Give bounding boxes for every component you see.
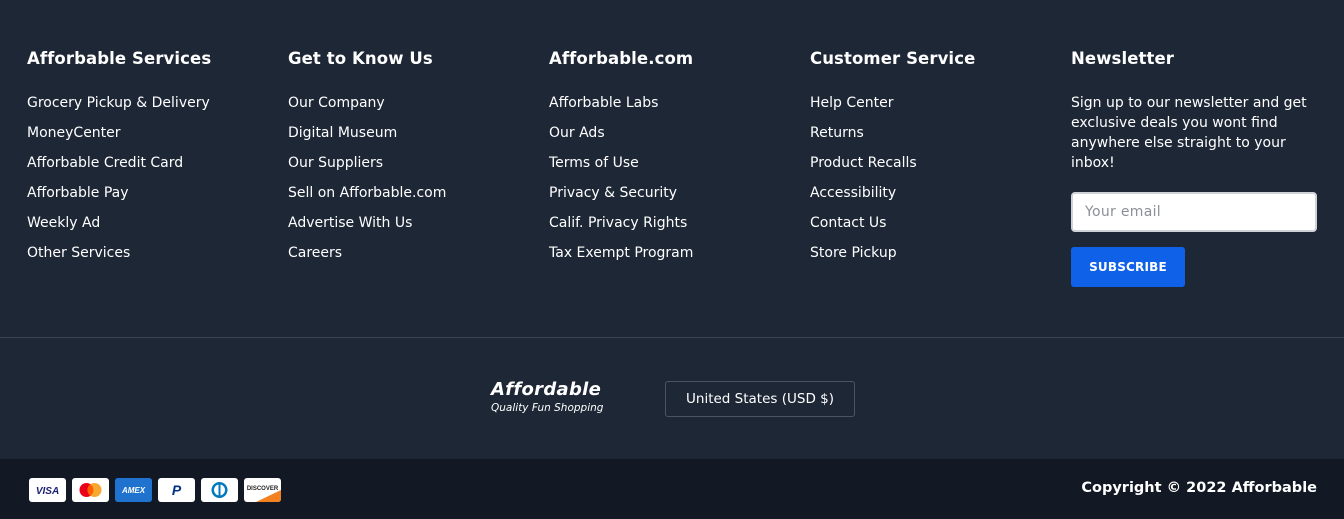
amex-icon: AMEX — [115, 478, 152, 502]
country-currency-selector[interactable]: United States (USD $) — [665, 381, 855, 417]
link-list: Help Center Returns Product Recalls Acce… — [810, 93, 975, 273]
footer-link-labs[interactable]: Afforbable Labs — [549, 93, 693, 123]
link-list: Afforbable Labs Our Ads Terms of Use Pri… — [549, 93, 693, 273]
link-list: Grocery Pickup & Delivery MoneyCenter Af… — [27, 93, 211, 273]
footer-link-contact-us[interactable]: Contact Us — [810, 213, 975, 243]
footer-link-advertise[interactable]: Advertise With Us — [288, 213, 446, 243]
footer-column-customer-service: Customer Service Help Center Returns Pro… — [810, 48, 975, 273]
footer-link-our-suppliers[interactable]: Our Suppliers — [288, 153, 446, 183]
footer-link-grocery-pickup[interactable]: Grocery Pickup & Delivery — [27, 93, 211, 123]
footer-link-careers[interactable]: Careers — [288, 243, 446, 273]
footer-column-site: Afforbable.com Afforbable Labs Our Ads T… — [549, 48, 693, 273]
svg-text:P: P — [172, 482, 182, 498]
subscribe-button[interactable]: SUBSCRIBE — [1071, 247, 1185, 287]
visa-icon: VISA — [29, 478, 66, 502]
svg-text:AMEX: AMEX — [121, 486, 146, 495]
brand-tagline: Quality Fun Shopping — [491, 402, 604, 414]
column-heading: Afforbable.com — [549, 49, 694, 68]
footer-link-our-ads[interactable]: Our Ads — [549, 123, 693, 153]
footer-link-other-services[interactable]: Other Services — [27, 243, 211, 273]
footer-link-store-pickup[interactable]: Store Pickup — [810, 243, 975, 273]
footer-link-product-recalls[interactable]: Product Recalls — [810, 153, 975, 183]
footer-link-sell[interactable]: Sell on Afforbable.com — [288, 183, 446, 213]
footer-link-help-center[interactable]: Help Center — [810, 93, 975, 123]
column-heading: Customer Service — [810, 49, 976, 68]
footer-links-section: Afforbable Services Grocery Pickup & Del… — [0, 0, 1344, 338]
footer-column-services: Afforbable Services Grocery Pickup & Del… — [27, 48, 211, 273]
brand-logo[interactable]: Affordable Quality Fun Shopping — [491, 380, 603, 415]
footer-link-our-company[interactable]: Our Company — [288, 93, 446, 123]
discover-icon: DISCOVER — [244, 478, 281, 502]
svg-text:VISA: VISA — [36, 486, 59, 497]
column-heading: Get to Know Us — [288, 49, 433, 68]
link-list: Our Company Digital Museum Our Suppliers… — [288, 93, 446, 273]
footer-link-accessibility[interactable]: Accessibility — [810, 183, 975, 213]
footer-link-privacy[interactable]: Privacy & Security — [549, 183, 693, 213]
newsletter-heading: Newsletter — [1071, 49, 1175, 68]
column-heading: Afforbable Services — [27, 49, 212, 68]
mastercard-icon — [72, 478, 109, 502]
newsletter-description: Sign up to our newsletter and get exclus… — [1071, 95, 1307, 171]
footer-link-calif-privacy[interactable]: Calif. Privacy Rights — [549, 213, 693, 243]
footer-bottom-bar: VISA AMEX P DISCOVER Copyright © 2022 Af… — [0, 459, 1344, 519]
footer-link-tax-exempt[interactable]: Tax Exempt Program — [549, 243, 693, 273]
footer-column-about: Get to Know Us Our Company Digital Museu… — [288, 48, 446, 273]
footer-link-moneycenter[interactable]: MoneyCenter — [27, 123, 211, 153]
diners-club-icon — [201, 478, 238, 502]
brand-name: Affordable — [491, 379, 602, 400]
paypal-icon: P — [158, 478, 195, 502]
email-input[interactable] — [1071, 192, 1317, 232]
newsletter-section: Newsletter Sign up to our newsletter and… — [1071, 48, 1321, 287]
footer-link-credit-card[interactable]: Afforbable Credit Card — [27, 153, 211, 183]
svg-text:DISCOVER: DISCOVER — [247, 486, 279, 492]
copyright-text: Copyright © 2022 Afforbable — [1081, 480, 1317, 496]
footer-link-digital-museum[interactable]: Digital Museum — [288, 123, 446, 153]
footer-link-pay[interactable]: Afforbable Pay — [27, 183, 211, 213]
footer-link-returns[interactable]: Returns — [810, 123, 975, 153]
footer-link-terms[interactable]: Terms of Use — [549, 153, 693, 183]
footer-link-weekly-ad[interactable]: Weekly Ad — [27, 213, 211, 243]
